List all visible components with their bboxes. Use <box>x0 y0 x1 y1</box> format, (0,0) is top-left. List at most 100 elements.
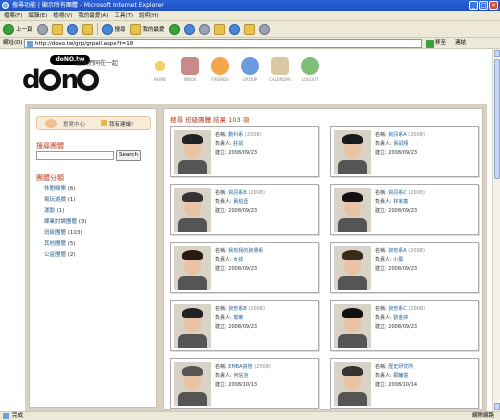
back-button[interactable]: 上一頁 <box>3 23 33 35</box>
history-icon[interactable] <box>168 23 180 35</box>
group-photo[interactable] <box>334 246 371 290</box>
menu-file[interactable]: 檔案(F) <box>4 11 22 20</box>
group-name-link[interactable]: 資訊系B <box>228 190 246 196</box>
category-item[interactable]: 課業討論團體 (3) <box>44 217 87 228</box>
print-icon[interactable] <box>198 23 210 35</box>
group-photo[interactable] <box>174 246 211 290</box>
group-photo[interactable] <box>174 362 211 406</box>
category-item[interactable]: 運動 (1) <box>44 206 87 217</box>
scroll-up-icon[interactable] <box>494 50 500 57</box>
home-page-icon[interactable] <box>81 23 93 35</box>
owner-link[interactable]: 林家鑫 <box>393 199 408 205</box>
menu-tools[interactable]: 工具(T) <box>114 11 133 20</box>
owner-link[interactable]: 劉金緯 <box>393 315 408 321</box>
owner-link[interactable]: 崙萊 <box>233 315 243 321</box>
group-icon <box>241 57 259 75</box>
photo-hair <box>182 308 203 318</box>
search-submit-button[interactable]: Search <box>116 150 141 161</box>
edit-icon[interactable] <box>213 23 225 35</box>
group-name-link[interactable]: 資訊系A <box>388 132 406 138</box>
messenger-icon[interactable] <box>228 23 240 35</box>
group-card[interactable]: 名稱: 歷史研究所 負責人: 鄭輔億 建立: 2008/10/14 <box>330 358 479 409</box>
tools-icon[interactable] <box>258 23 270 35</box>
photo-hair <box>182 250 203 260</box>
photo-body <box>178 160 207 174</box>
menu-help[interactable]: 說明(H) <box>139 11 158 20</box>
group-name-link[interactable]: EMBA資管 <box>228 364 252 370</box>
search-button[interactable]: 搜尋 <box>101 23 126 35</box>
mail-icon[interactable] <box>183 23 195 35</box>
scroll-down-icon[interactable] <box>494 403 500 410</box>
stop-icon[interactable] <box>51 23 63 35</box>
group-card[interactable]: 名稱: EMBA資管 (2008) 負責人: 何信池 建立: 2008/10/13 <box>170 358 319 409</box>
category-item[interactable]: 公益團體 (2) <box>44 250 87 261</box>
group-card[interactable]: 名稱: 資管系B (2008) 負責人: 崙萊 建立: 2008/09/23 <box>170 300 319 351</box>
group-name-link[interactable]: 資訊系C <box>388 190 407 196</box>
group-card[interactable]: 名稱: 資管系C (2008) 負責人: 劉金緯 建立: 2008/09/23 <box>330 300 479 351</box>
owner-link[interactable]: 鄭輔億 <box>393 373 408 379</box>
menu-favorites[interactable]: 我的最愛(A) <box>78 11 108 20</box>
group-name-link[interactable]: 資管系A <box>388 248 406 254</box>
group-info: 名稱: 資訊系C (2008) 負責人: 林家鑫 建立: 2008/09/23 <box>375 190 426 214</box>
suggest-link[interactable]: 我有建議! <box>109 120 133 128</box>
group-info: 名稱: 資管系A (2008) 負責人: 小風 建立: 2008/09/23 <box>375 248 425 272</box>
nav-friends[interactable]: FRIENDS <box>208 57 232 82</box>
category-item[interactable]: 其他團體 (5) <box>44 239 87 250</box>
group-name-link[interactable]: 動科系 <box>228 132 243 138</box>
group-photo[interactable] <box>174 188 211 232</box>
nav-group[interactable]: GROUP <box>238 57 262 82</box>
owner-link[interactable]: 何信池 <box>233 373 248 379</box>
category-heading: 團體分類 <box>36 174 64 182</box>
group-photo[interactable] <box>334 362 371 406</box>
folder-icon[interactable] <box>243 23 255 35</box>
group-card[interactable]: 名稱: 資管系A (2008) 負責人: 小風 建立: 2008/09/23 <box>330 242 479 293</box>
owner-link[interactable]: 莊凱 <box>233 141 243 147</box>
go-button[interactable]: 移至 <box>426 39 446 48</box>
owner-link[interactable]: 小風 <box>393 257 403 263</box>
refresh-icon[interactable] <box>66 23 78 35</box>
owner-link[interactable]: 黃柏壹 <box>233 199 248 205</box>
group-photo[interactable] <box>334 304 371 348</box>
photo-body <box>178 276 207 290</box>
status-text: 完成 <box>12 413 24 419</box>
nav-inbox[interactable]: INBOX <box>178 57 202 82</box>
menu-edit[interactable]: 編輯(E) <box>28 11 47 20</box>
group-photo[interactable] <box>174 304 211 348</box>
menu-view[interactable]: 檢視(V) <box>53 11 72 20</box>
group-name-link[interactable]: 歷史研究所 <box>388 364 413 370</box>
group-search-input[interactable] <box>36 151 114 160</box>
scroll-thumb[interactable] <box>494 59 500 179</box>
vertical-scrollbar[interactable] <box>492 49 500 411</box>
nav-home[interactable]: HOME <box>148 57 172 82</box>
photo-body <box>338 334 367 348</box>
group-info: 名稱: 歷史研究所 負責人: 鄭輔億 建立: 2008/10/14 <box>375 364 418 388</box>
forward-button[interactable] <box>36 23 48 35</box>
category-item[interactable]: 休閒娛樂 (6) <box>44 184 87 195</box>
group-card[interactable]: 名稱: 資訊系A (2008) 負責人: 黃凱翔 建立: 2008/09/23 <box>330 126 479 177</box>
favorites-button[interactable]: 我的最愛 <box>129 23 165 35</box>
category-item[interactable]: 班級團體 (103) <box>44 228 87 239</box>
nav-logout[interactable]: LOGOUT <box>298 57 322 82</box>
group-name-link[interactable]: 資管系B <box>228 306 246 312</box>
owner-link[interactable]: 女孩 <box>233 257 243 263</box>
group-photo[interactable] <box>174 130 211 174</box>
group-card[interactable]: 名稱: 我有我的資傳系 負責人: 女孩 建立: 2008/09/23 <box>170 242 319 293</box>
category-item[interactable]: 電玩遊戲 (1) <box>44 195 87 206</box>
address-input[interactable]: http://doso.tw/grp/grpall.aspx?t=18 <box>24 39 422 48</box>
maximize-button[interactable]: □ <box>479 1 488 10</box>
inbox-icon <box>181 57 199 75</box>
minimize-button[interactable]: _ <box>469 1 478 10</box>
group-photo[interactable] <box>334 130 371 174</box>
message-center-box[interactable]: 意見中心 我有建議! <box>36 116 151 130</box>
group-card[interactable]: 名稱: 資訊系C (2008) 負責人: 林家鑫 建立: 2008/09/23 <box>330 184 479 235</box>
links-button[interactable]: 連結 <box>455 38 466 49</box>
group-card[interactable]: 名稱: 動科系 (2008) 負責人: 莊凱 建立: 2008/09/23 <box>170 126 319 177</box>
group-name-link[interactable]: 資管系C <box>388 306 407 312</box>
group-card[interactable]: 名稱: 資訊系B (2008) 負責人: 黃柏壹 建立: 2008/09/23 <box>170 184 319 235</box>
close-button[interactable]: × <box>489 1 498 10</box>
nav-calendar[interactable]: CALENDAR <box>268 57 292 82</box>
created-date: 2008/09/23 <box>388 324 418 330</box>
group-name-link[interactable]: 我有我的資傳系 <box>228 248 263 254</box>
group-photo[interactable] <box>334 188 371 232</box>
owner-link[interactable]: 黃凱翔 <box>393 141 408 147</box>
